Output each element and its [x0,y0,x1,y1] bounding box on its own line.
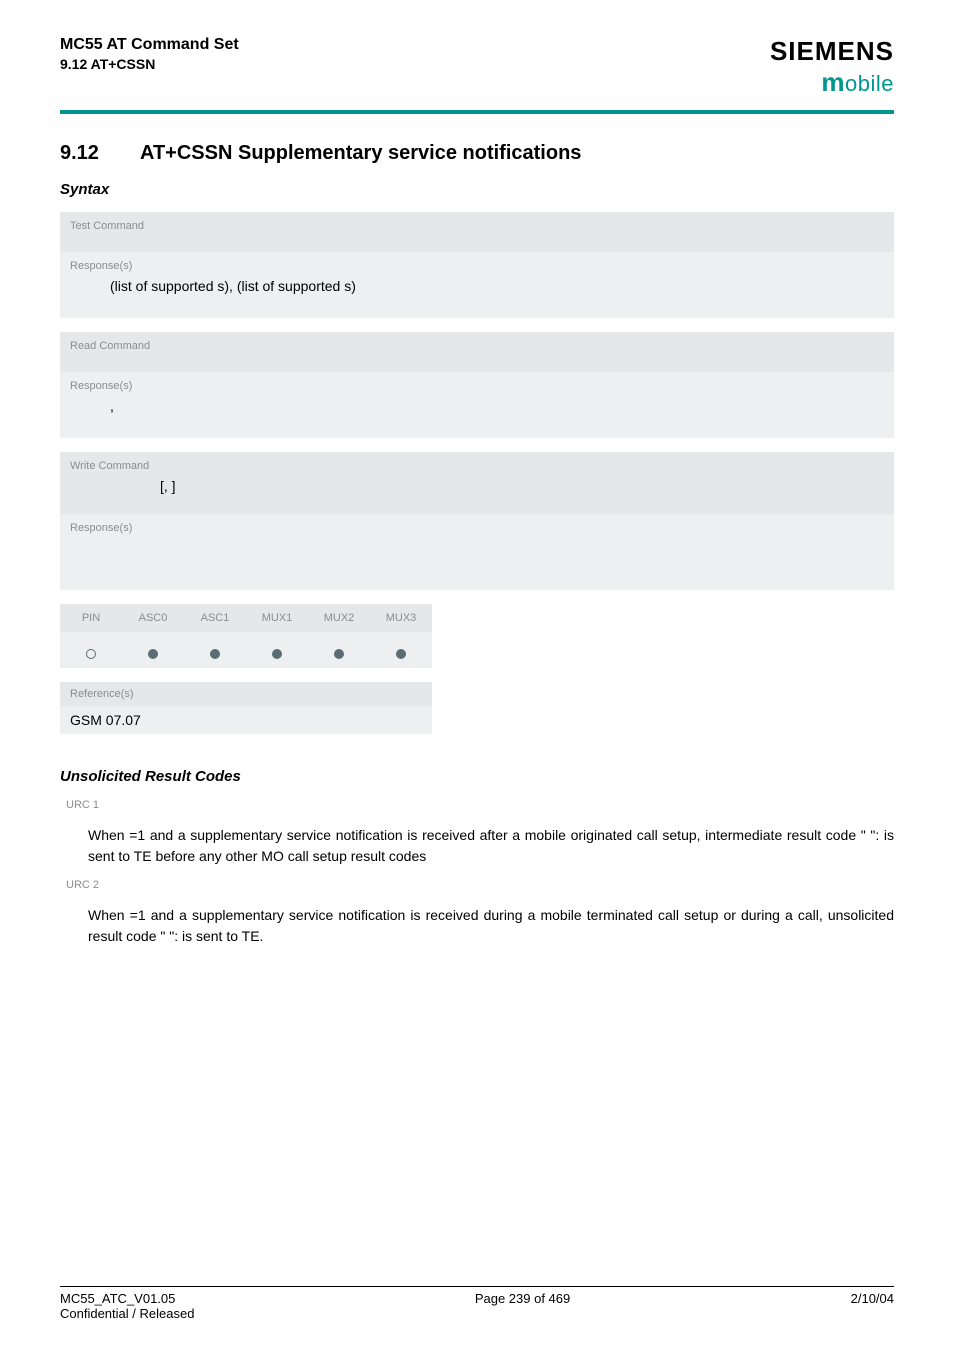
circle-filled-icon [396,649,406,659]
reference-value: GSM 07.07 [60,706,432,734]
write-command-block: Write Command [, ] Response(s) [60,452,894,590]
reference-label: Reference(s) [60,682,432,706]
matrix-col-mux1: MUX1 [246,604,308,632]
read-response-text: , [70,398,884,414]
section-heading: 9.12AT+CSSN Supplementary service notifi… [60,142,894,165]
matrix-value-row [60,640,432,668]
test-command-header: Test Command [60,212,894,252]
footer-classification: Confidential / Released [60,1306,194,1321]
reference-block: Reference(s) GSM 07.07 [60,682,432,734]
syntax-label: Syntax [60,181,894,198]
circle-filled-icon [210,649,220,659]
brand-logo: SIEMENS [770,36,894,67]
matrix-val-pin [60,640,122,668]
header-left: MC55 AT Command Set 9.12 AT+CSSN [60,36,239,72]
write-response-label: Response(s) [70,522,884,534]
read-command-body: Response(s) , [60,372,894,438]
urc-heading: Unsolicited Result Codes [60,768,894,785]
product-title: MC55 AT Command Set [60,36,239,54]
circle-filled-icon [148,649,158,659]
footer-page: Page 239 of 469 [475,1291,570,1321]
section-ref: 9.12 AT+CSSN [60,56,239,72]
test-command-body: Response(s) (list of supported s), (list… [60,252,894,318]
test-command-block: Test Command Response(s) (list of suppor… [60,212,894,318]
read-command-header: Read Command [60,332,894,372]
urc1-label: URC 1 [66,799,894,811]
circle-filled-icon [334,649,344,659]
footer-version: MC55_ATC_V01.05 [60,1291,194,1306]
write-command-header: Write Command [, ] [60,452,894,514]
matrix-header-row: PIN ASC0 ASC1 MUX1 MUX2 MUX3 [60,604,432,640]
subbrand-m: m [821,67,845,97]
subbrand-rest: obile [845,71,894,96]
matrix-val-asc1 [184,640,246,668]
matrix-val-mux2 [308,640,370,668]
support-matrix: PIN ASC0 ASC1 MUX1 MUX2 MUX3 [60,604,432,668]
header-rule [60,110,894,114]
subbrand-logo: mobile [770,67,894,98]
matrix-val-mux1 [246,640,308,668]
write-command-header-extra: [, ] [70,472,884,494]
test-response-text: (list of supported s), (list of supporte… [70,278,884,294]
matrix-col-mux2: MUX2 [308,604,370,632]
matrix-col-mux3: MUX3 [370,604,432,632]
matrix-col-asc0: ASC0 [122,604,184,632]
circle-empty-icon [86,649,96,659]
write-command-body: Response(s) [60,514,894,590]
test-response-label: Response(s) [70,260,884,272]
urc1-text: When =1 and a supplementary service noti… [88,825,894,867]
page-footer: MC55_ATC_V01.05 Confidential / Released … [60,1286,894,1321]
read-response-label: Response(s) [70,380,884,392]
matrix-col-asc1: ASC1 [184,604,246,632]
read-command-block: Read Command Response(s) , [60,332,894,438]
matrix-col-pin: PIN [60,604,122,632]
footer-left: MC55_ATC_V01.05 Confidential / Released [60,1291,194,1321]
section-title: AT+CSSN Supplementary service notificati… [140,142,581,164]
matrix-val-asc0 [122,640,184,668]
write-command-header-label: Write Command [70,460,149,472]
footer-date: 2/10/04 [851,1291,894,1321]
header-right: SIEMENS mobile [770,36,894,98]
matrix-val-mux3 [370,640,432,668]
page-header: MC55 AT Command Set 9.12 AT+CSSN SIEMENS… [60,36,894,106]
section-number: 9.12 [60,142,140,165]
urc2-text: When =1 and a supplementary service noti… [88,905,894,947]
urc2-label: URC 2 [66,879,894,891]
circle-filled-icon [272,649,282,659]
